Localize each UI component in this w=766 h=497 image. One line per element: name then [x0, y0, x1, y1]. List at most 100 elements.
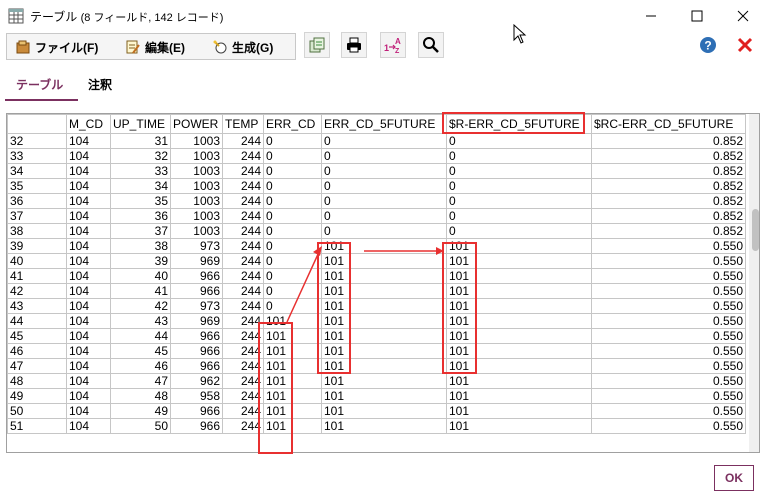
table-cell[interactable]: 43 [110, 313, 171, 329]
search-button[interactable] [418, 32, 444, 58]
table-cell[interactable]: 244 [222, 418, 264, 434]
menu-edit[interactable]: 編集(E) [125, 39, 185, 55]
table-cell[interactable]: 101 [263, 403, 322, 419]
table-cell[interactable]: 104 [66, 388, 111, 404]
table-cell[interactable]: 37 [110, 223, 171, 239]
table-cell[interactable]: 104 [66, 163, 111, 179]
table-cell[interactable]: 101 [321, 418, 447, 434]
row-number-cell[interactable]: 33 [7, 148, 67, 164]
table-cell[interactable]: 0 [321, 148, 447, 164]
table-cell[interactable]: 0 [321, 223, 447, 239]
ok-button[interactable]: OK [714, 465, 754, 491]
table-row[interactable]: 35 104 34 1003 244 0 0 0 0.852 [7, 178, 746, 194]
table-cell[interactable]: 104 [66, 148, 111, 164]
table-cell[interactable]: 101 [446, 313, 592, 329]
table-cell[interactable]: 244 [222, 208, 264, 224]
row-number-cell[interactable]: 44 [7, 313, 67, 329]
table-cell[interactable]: 244 [222, 148, 264, 164]
table-cell[interactable]: 101 [321, 358, 447, 374]
table-cell[interactable]: 48 [110, 388, 171, 404]
help-button[interactable]: ? [699, 36, 717, 54]
copy-button[interactable] [304, 32, 330, 58]
column-header[interactable] [7, 114, 67, 134]
table-cell[interactable]: 104 [66, 313, 111, 329]
table-cell[interactable]: 0.550 [591, 313, 746, 329]
table-cell[interactable]: 966 [170, 343, 223, 359]
table-cell[interactable]: 244 [222, 268, 264, 284]
table-cell[interactable]: 101 [446, 358, 592, 374]
table-cell[interactable]: 104 [66, 238, 111, 254]
vertical-scrollbar[interactable] [749, 114, 759, 452]
table-cell[interactable]: 101 [263, 388, 322, 404]
table-cell[interactable]: 0 [446, 148, 592, 164]
table-cell[interactable]: 101 [446, 388, 592, 404]
row-number-cell[interactable]: 39 [7, 238, 67, 254]
column-header[interactable]: $R-ERR_CD_5FUTURE [446, 114, 592, 134]
table-cell[interactable]: 101 [321, 238, 447, 254]
table-cell[interactable]: 962 [170, 373, 223, 389]
table-cell[interactable]: 101 [263, 313, 322, 329]
table-cell[interactable]: 244 [222, 343, 264, 359]
table-cell[interactable]: 1003 [170, 133, 223, 149]
table-cell[interactable]: 104 [66, 178, 111, 194]
row-number-cell[interactable]: 36 [7, 193, 67, 209]
table-cell[interactable]: 49 [110, 403, 171, 419]
row-number-cell[interactable]: 46 [7, 343, 67, 359]
table-cell[interactable]: 104 [66, 208, 111, 224]
table-cell[interactable]: 244 [222, 328, 264, 344]
table-cell[interactable]: 101 [446, 253, 592, 269]
table-cell[interactable]: 0 [263, 178, 322, 194]
table-cell[interactable]: 0.550 [591, 388, 746, 404]
table-cell[interactable]: 966 [170, 418, 223, 434]
row-number-cell[interactable]: 49 [7, 388, 67, 404]
table-cell[interactable]: 244 [222, 253, 264, 269]
table-cell[interactable]: 101 [321, 268, 447, 284]
table-cell[interactable]: 101 [321, 313, 447, 329]
table-row[interactable]: 36 104 35 1003 244 0 0 0 0.852 [7, 193, 746, 209]
table-cell[interactable]: 0.550 [591, 238, 746, 254]
table-cell[interactable]: 0 [263, 193, 322, 209]
table-row[interactable]: 50 104 49 966 244 101 101 101 0.550 [7, 403, 746, 419]
column-header[interactable]: POWER [170, 114, 223, 134]
table-cell[interactable]: 966 [170, 403, 223, 419]
table-cell[interactable]: 33 [110, 163, 171, 179]
table-row[interactable]: 41 104 40 966 244 0 101 101 0.550 [7, 268, 746, 284]
table-cell[interactable]: 244 [222, 178, 264, 194]
print-button[interactable] [341, 32, 367, 58]
table-cell[interactable]: 45 [110, 343, 171, 359]
table-row[interactable]: 33 104 32 1003 244 0 0 0 0.852 [7, 148, 746, 164]
table-cell[interactable]: 101 [321, 388, 447, 404]
table-cell[interactable]: 0.550 [591, 298, 746, 314]
table-cell[interactable]: 104 [66, 373, 111, 389]
table-cell[interactable]: 0.550 [591, 253, 746, 269]
table-cell[interactable]: 0.550 [591, 328, 746, 344]
column-header[interactable]: ERR_CD_5FUTURE [321, 114, 447, 134]
table-cell[interactable]: 104 [66, 223, 111, 239]
row-number-cell[interactable]: 43 [7, 298, 67, 314]
table-row[interactable]: 42 104 41 966 244 0 101 101 0.550 [7, 283, 746, 299]
column-header[interactable]: M_CD [66, 114, 111, 134]
table-cell[interactable]: 0 [263, 163, 322, 179]
row-number-cell[interactable]: 38 [7, 223, 67, 239]
minimize-button[interactable] [628, 0, 674, 32]
column-header[interactable]: UP_TIME [110, 114, 171, 134]
table-cell[interactable]: 0 [263, 148, 322, 164]
table-cell[interactable]: 0 [263, 133, 322, 149]
table-cell[interactable]: 244 [222, 358, 264, 374]
table-cell[interactable]: 0.852 [591, 163, 746, 179]
table-row[interactable]: 47 104 46 966 244 101 101 101 0.550 [7, 358, 746, 374]
table-row[interactable]: 46 104 45 966 244 101 101 101 0.550 [7, 343, 746, 359]
table-cell[interactable]: 0.852 [591, 223, 746, 239]
table-cell[interactable]: 101 [446, 343, 592, 359]
table-cell[interactable]: 966 [170, 268, 223, 284]
table-cell[interactable]: 0 [321, 178, 447, 194]
table-cell[interactable]: 101 [446, 298, 592, 314]
table-cell[interactable]: 0.550 [591, 358, 746, 374]
table-cell[interactable]: 104 [66, 298, 111, 314]
row-number-cell[interactable]: 35 [7, 178, 67, 194]
table-cell[interactable]: 101 [446, 283, 592, 299]
table-cell[interactable]: 35 [110, 193, 171, 209]
row-number-cell[interactable]: 41 [7, 268, 67, 284]
table-cell[interactable]: 244 [222, 388, 264, 404]
menu-file[interactable]: ファイル(F) [15, 39, 98, 55]
